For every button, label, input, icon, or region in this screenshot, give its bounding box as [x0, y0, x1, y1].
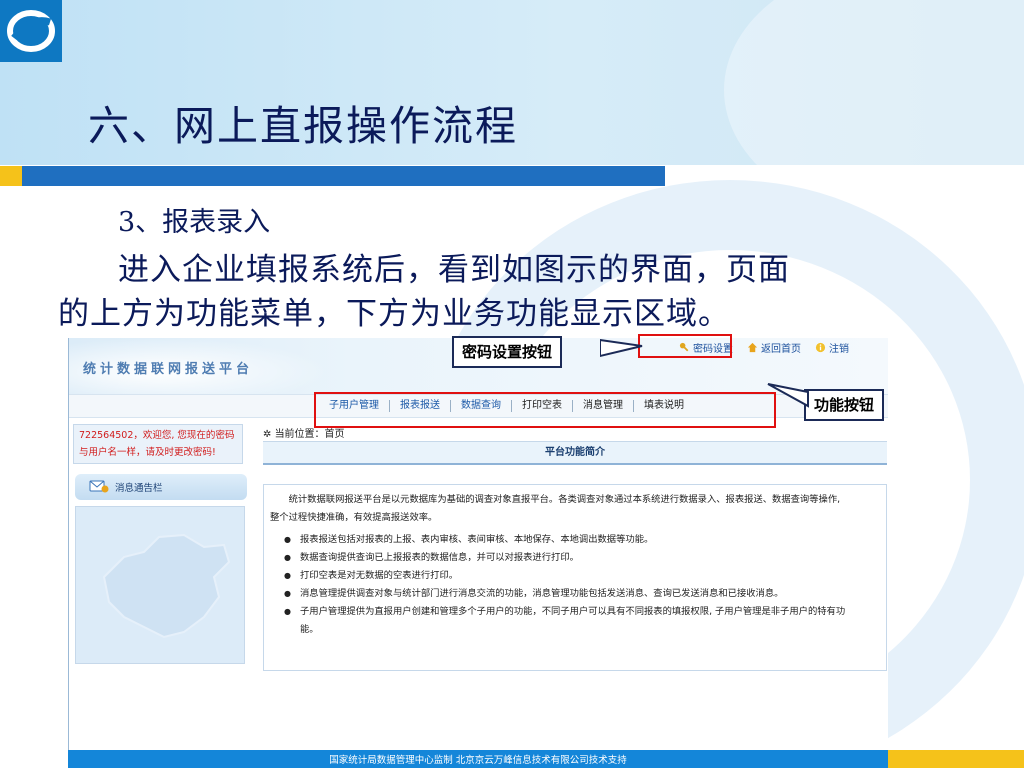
logout-link[interactable]: 注销	[815, 340, 849, 355]
slide-title: 六、网上直报操作流程	[88, 102, 518, 150]
welcome-line-2: 与用户名一样，请及时更改密码!	[79, 447, 216, 458]
message-icon	[89, 480, 109, 493]
logout-label: 注销	[829, 344, 849, 355]
function-callout: 功能按钮	[804, 389, 885, 421]
message-board-header[interactable]: 消息通告栏	[75, 474, 247, 500]
china-map	[75, 506, 245, 664]
password-highlight-box	[638, 334, 732, 358]
function-callout-pointer	[767, 383, 809, 408]
intro-line-2: 整个过程快捷准确，有效提高报送效率。	[270, 512, 438, 523]
map-icon	[102, 533, 231, 639]
intro-line-1: 统计数据联网报送平台是以元数据库为基础的调查对象直报平台。各类调查对象通过本系统…	[288, 494, 841, 505]
logo-icon	[7, 10, 55, 52]
location-icon: ✲	[263, 429, 275, 440]
message-board-label: 消息通告栏	[115, 483, 163, 494]
home-icon	[747, 342, 758, 353]
platform-title: 统计数据联网报送平台	[83, 362, 254, 377]
home-link[interactable]: 返回首页	[747, 340, 801, 355]
welcome-line-1: 722564502，欢迎您, 您现在的密码	[79, 430, 235, 441]
left-panel: 722564502，欢迎您, 您现在的密码 与用户名一样，请及时更改密码! 消息…	[69, 422, 249, 768]
welcome-notice: 722564502，欢迎您, 您现在的密码 与用户名一样，请及时更改密码!	[73, 424, 243, 464]
main-content: ✲ 当前位置：首页 平台功能简介 统计数据联网报送平台是以元数据库为基础的调查对…	[263, 422, 888, 682]
platform-footer: 国家统计局数据管理中心监制 北京京云万峰信息技术有限公司技术支持	[68, 750, 888, 768]
body-text-line-1: 进入企业填报系统后，看到如图示的界面，页面	[118, 252, 790, 288]
list-item: 打印空表是对无数据的空表进行打印。	[270, 567, 878, 585]
list-item: 子用户管理提供为直报用户创建和管理多个子用户的功能，不同子用户可以具有不同报表的…	[270, 603, 878, 621]
intro-box: 统计数据联网报送平台是以元数据库为基础的调查对象直报平台。各类调查对象通过本系统…	[263, 484, 887, 671]
footer-yellow-stripe	[888, 750, 1024, 768]
location-label: 当前位置：首页	[274, 429, 345, 440]
list-item: 数据查询提供查询已上报报表的数据信息，并可以对报表进行打印。	[270, 549, 878, 567]
logo	[0, 0, 62, 62]
home-label: 返回首页	[761, 344, 801, 355]
list-item: 消息管理提供调查对象与统计部门进行消息交流的功能，消息管理功能包括发送消息、查询…	[270, 585, 878, 603]
list-item-continuation: 能。	[300, 624, 319, 635]
body-text-line-2: 的上方为功能菜单，下方为业务功能显示区域。	[58, 296, 730, 332]
feature-list: 报表报送包括对报表的上报、表内审核、表间审核、本地保存、本地调出数据等功能。 数…	[270, 531, 878, 621]
title-stripe-yellow	[0, 166, 22, 186]
list-item: 报表报送包括对报表的上报、表内审核、表间审核、本地保存、本地调出数据等功能。	[270, 531, 878, 549]
password-callout-pointer	[600, 338, 643, 358]
menu-highlight-box	[314, 392, 776, 428]
password-callout: 密码设置按钮	[452, 336, 563, 368]
section-heading: 3、报表录入	[118, 207, 271, 238]
info-icon	[815, 342, 826, 353]
title-stripe-blue	[22, 166, 665, 186]
panel-title: 平台功能简介	[263, 441, 887, 465]
footer-text: 国家统计局数据管理中心监制 北京京云万峰信息技术有限公司技术支持	[329, 755, 627, 766]
